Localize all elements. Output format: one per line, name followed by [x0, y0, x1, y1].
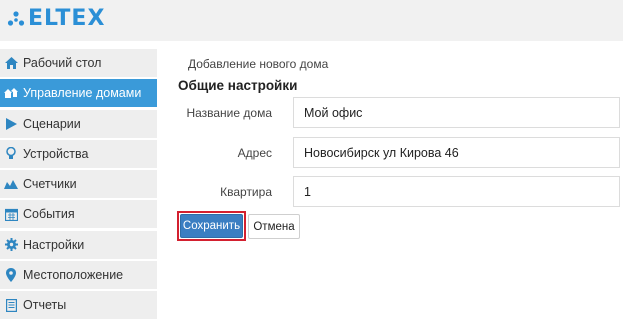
sidebar-item-label: Сценарии [23, 116, 81, 131]
cancel-button[interactable]: Отмена [248, 214, 300, 239]
sidebar-item-label: Устройства [23, 146, 89, 161]
sidebar-item-label: Настройки [23, 237, 85, 252]
brand-name: ELTEX [28, 6, 106, 31]
gear-icon [4, 238, 18, 252]
sidebar-item-label: Отчеты [23, 298, 67, 313]
top-header: ELTEX [0, 0, 623, 41]
sidebar-item-desktop[interactable]: Рабочий стол [0, 49, 157, 77]
breadcrumb: Добавление нового дома [188, 57, 329, 71]
address-label: Адрес [237, 146, 272, 160]
sidebar-item-events[interactable]: События [0, 200, 157, 229]
house-name-input[interactable] [293, 97, 620, 128]
eltex-logo[interactable]: ELTEX [7, 6, 105, 31]
houses-icon [4, 86, 18, 100]
calendar-icon [4, 207, 18, 221]
sidebar-item-label: Местоположение [23, 268, 124, 283]
report-icon [4, 298, 18, 312]
sidebar-item-devices[interactable]: Устройства [0, 139, 157, 168]
sidebar-item-scenarios[interactable]: Сценарии [0, 109, 157, 138]
address-input[interactable] [293, 137, 620, 168]
sidebar-item-label: Счетчики [23, 177, 77, 192]
sidebar-item-meters[interactable]: Счетчики [0, 170, 157, 199]
map-pin-icon [4, 268, 18, 283]
sidebar-item-house-management[interactable]: Управление домами [0, 79, 157, 108]
eltex-logo-mark-icon [7, 10, 25, 26]
apartment-input[interactable] [293, 176, 620, 207]
sidebar-item-reports[interactable]: Отчеты [0, 291, 157, 320]
apartment-label: Квартира [220, 185, 272, 199]
sidebar: Рабочий стол Управление домами Сценарии … [0, 49, 157, 322]
save-button[interactable]: Сохранить [180, 214, 243, 238]
sidebar-item-label: Управление домами [23, 86, 142, 101]
play-icon [4, 117, 18, 131]
meters-icon [4, 177, 18, 191]
home-icon [4, 56, 18, 70]
section-title: Общие настройки [178, 78, 298, 93]
sidebar-item-label: События [23, 207, 75, 222]
lightbulb-icon [4, 147, 18, 161]
sidebar-item-settings[interactable]: Настройки [0, 230, 157, 259]
sidebar-item-label: Рабочий стол [23, 56, 102, 70]
house-name-label: Название дома [186, 106, 272, 120]
sidebar-item-location[interactable]: Местоположение [0, 261, 157, 290]
